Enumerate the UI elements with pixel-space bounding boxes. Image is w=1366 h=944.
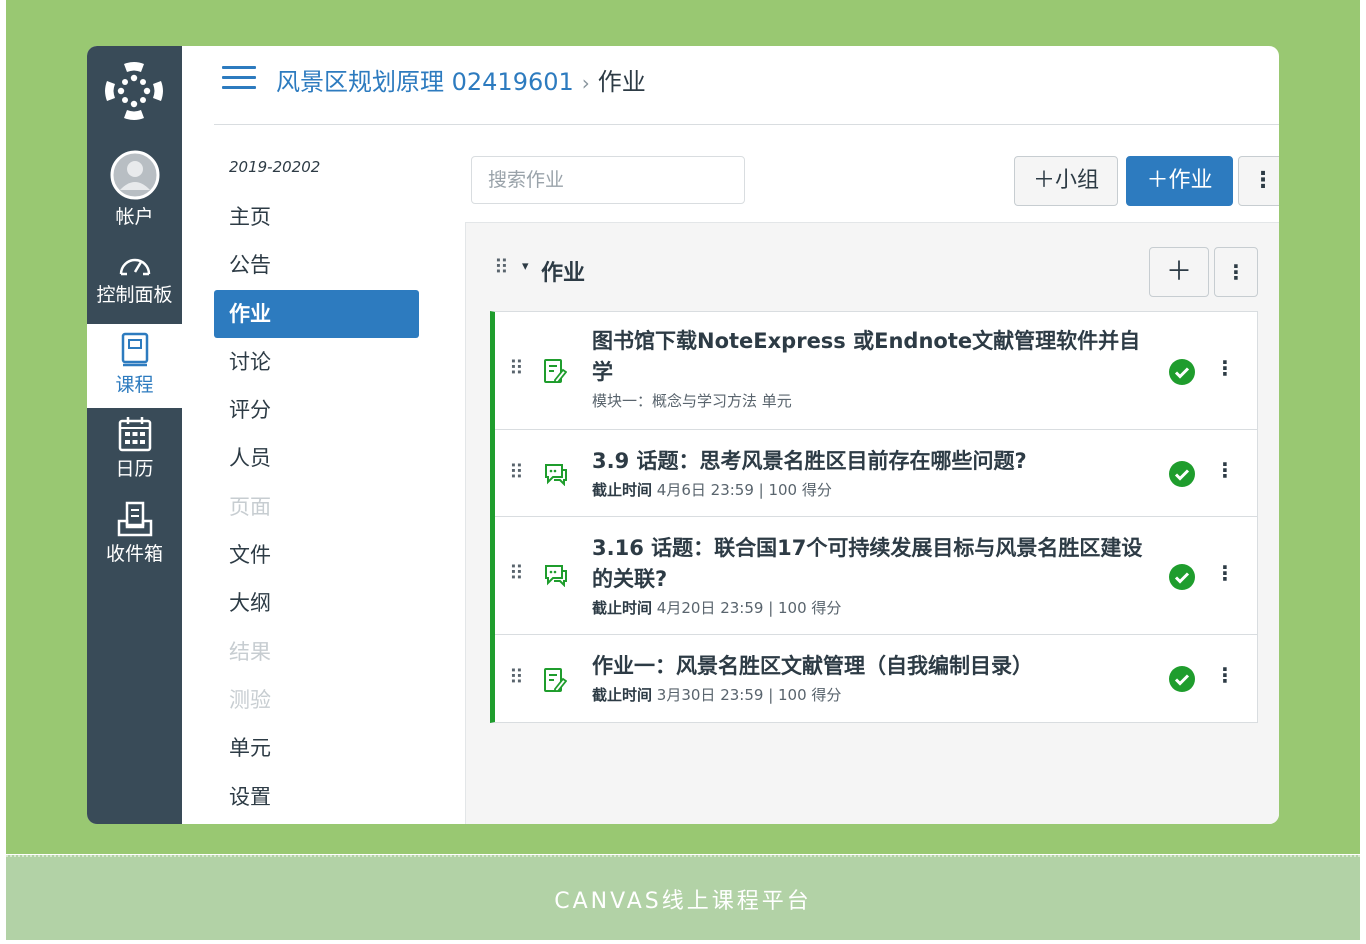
assignment-row[interactable]: ⠿ 3.16 话题：联合国17个可持续发展目标与风景名胜区建设的关联? 截止时间… [495, 517, 1257, 635]
breadcrumb: 风景区规划原理 02419601 › 作业 [276, 62, 646, 97]
collapse-caret-icon[interactable]: ▾ [522, 259, 529, 274]
term-label: 2019-20202 [229, 158, 321, 176]
course-nav: 2019-20202 主页 公告 作业 讨论 评分 人员 页面 文件 大纲 结果… [214, 124, 464, 824]
gnav-dashboard[interactable]: 控制面板 [87, 250, 182, 307]
assignment-row[interactable]: ⠿ 图书馆下载NoteExpress 或Endnote文献管理软件并自学 模块一… [495, 312, 1257, 430]
drag-handle-icon[interactable]: ⠿ [509, 561, 524, 585]
published-check-icon[interactable] [1169, 666, 1195, 692]
course-nav-item-assignments[interactable]: 作业 [214, 290, 419, 338]
course-nav-item-people[interactable]: 人员 [214, 435, 419, 481]
course-nav-item-files[interactable]: 文件 [214, 532, 419, 578]
assignment-group-title: 作业 [541, 261, 586, 286]
due-label: 截止时间 [592, 686, 653, 704]
assignment-icon [544, 359, 567, 383]
gnav-label: 控制面板 [96, 284, 173, 306]
assignment-title-link[interactable]: 3.16 话题：联合国17个可持续发展目标与风景名胜区建设的关联? [592, 533, 1147, 595]
courses-book-icon [121, 332, 148, 367]
canvas-window: 帐户 控制面板 课程 日历 收件箱 风景区规划原理 02419601 › 作业 … [87, 46, 1279, 824]
search-assignments-input[interactable] [471, 156, 745, 204]
course-nav-item-pages: 页面 [229, 495, 271, 519]
course-nav-item-settings[interactable]: 设置 [214, 774, 419, 820]
calendar-icon [118, 417, 151, 452]
caption-bar: CANVAS线上课程平台 [6, 855, 1360, 940]
caption-text: CANVAS线上课程平台 [554, 888, 812, 914]
item-options-kebab-icon[interactable]: ⋮ [1215, 458, 1235, 482]
assignment-row[interactable]: ⠿ 作业一：风景名胜区文献管理（自我编制目录） 截止时间 3月30日 23:59… [495, 635, 1257, 722]
assignment-text: 作业一：风景名胜区文献管理（自我编制目录） 截止时间 3月30日 23:59 |… [592, 651, 1147, 705]
published-check-icon[interactable] [1169, 461, 1195, 487]
page-header: 风景区规划原理 02419601 › 作业 [214, 46, 1279, 125]
assignment-icon [544, 668, 567, 692]
account-avatar-icon [110, 150, 159, 200]
assignment-title-link[interactable]: 3.9 话题：思考风景名胜区目前存在哪些问题? [592, 446, 1147, 477]
published-check-icon[interactable] [1169, 564, 1195, 590]
assignment-title-link[interactable]: 作业一：风景名胜区文献管理（自我编制目录） [592, 651, 1147, 682]
drag-handle-icon[interactable]: ⠿ [509, 665, 524, 689]
course-nav-item-announcements[interactable]: 公告 [214, 242, 419, 288]
breadcrumb-course-link[interactable]: 风景区规划原理 02419601 [276, 68, 574, 96]
due-label: 截止时间 [592, 599, 653, 617]
course-nav-item-grades[interactable]: 评分 [214, 387, 419, 433]
course-nav-item-syllabus[interactable]: 大纲 [214, 580, 419, 626]
item-options-kebab-icon[interactable]: ⋮ [1215, 663, 1235, 687]
gnav-label: 课程 [115, 374, 154, 396]
dashboard-gauge-icon [119, 258, 150, 276]
item-options-kebab-icon[interactable]: ⋮ [1215, 561, 1235, 585]
gnav-account[interactable]: 帐户 [87, 150, 182, 229]
assignment-group-panel: ⠿ ▾ 作业 ＋ ⋮ ⠿ 图书馆下载NoteExpress 或Endnote文献… [465, 222, 1279, 824]
assignment-title-link[interactable]: 图书馆下载NoteExpress 或Endnote文献管理软件并自学 [592, 326, 1147, 388]
course-nav-item-modules[interactable]: 单元 [214, 725, 419, 771]
assignment-module: 模块一：概念与学习方法 单元 [592, 392, 792, 410]
assignment-due-meta: 截止时间 4月6日 23:59 | 100 得分 [592, 479, 1147, 500]
gnav-label: 收件箱 [105, 543, 163, 565]
item-options-kebab-icon[interactable]: ⋮ [1215, 356, 1235, 380]
assignment-text: 3.16 话题：联合国17个可持续发展目标与风景名胜区建设的关联? 截止时间 4… [592, 533, 1147, 618]
gnav-label: 日历 [115, 458, 154, 480]
published-check-icon[interactable] [1169, 359, 1195, 385]
course-nav-item-discussions[interactable]: 讨论 [214, 339, 419, 385]
assignment-row[interactable]: ⠿ 3.9 话题：思考风景名胜区目前存在哪些问题? 截止时间 4月6日 23:5… [495, 430, 1257, 517]
discussion-icon [545, 464, 567, 486]
due-label: 截止时间 [592, 481, 653, 499]
assignments-toolbar: ＋小组 ＋作业 ⋮ [471, 156, 1279, 208]
canvas-logo-icon[interactable] [99, 56, 169, 126]
assignment-list: ⠿ 图书馆下载NoteExpress 或Endnote文献管理软件并自学 模块一… [490, 311, 1258, 723]
assignment-text: 图书馆下载NoteExpress 或Endnote文献管理软件并自学 模块一：概… [592, 326, 1147, 411]
hamburger-menu-icon[interactable] [222, 66, 256, 90]
add-group-button[interactable]: ＋小组 [1014, 156, 1118, 206]
breadcrumb-separator-icon: › [581, 71, 590, 95]
course-nav-item-outcomes: 结果 [229, 640, 271, 664]
assignment-due-meta: 截止时间 4月20日 23:59 | 100 得分 [592, 597, 1147, 618]
add-to-group-button[interactable]: ＋ [1149, 247, 1209, 297]
breadcrumb-current: 作业 [597, 68, 646, 96]
gnav-courses[interactable]: 课程 [87, 324, 182, 408]
inbox-icon [117, 501, 152, 537]
drag-handle-icon[interactable]: ⠿ [509, 356, 524, 380]
global-nav: 帐户 控制面板 课程 日历 收件箱 [87, 46, 182, 824]
discussion-icon [545, 565, 567, 587]
due-value: 3月30日 23:59 | 100 得分 [656, 686, 842, 704]
course-nav-item-quizzes: 测验 [229, 688, 271, 712]
assignment-due-meta: 截止时间 3月30日 23:59 | 100 得分 [592, 684, 1147, 705]
more-options-kebab-icon[interactable]: ⋮ [1238, 156, 1279, 206]
course-nav-item-home[interactable]: 主页 [214, 194, 419, 240]
group-options-kebab-icon[interactable]: ⋮ [1214, 247, 1258, 297]
due-value: 4月6日 23:59 | 100 得分 [656, 481, 832, 499]
due-value: 4月20日 23:59 | 100 得分 [656, 599, 842, 617]
gnav-calendar[interactable]: 日历 [87, 416, 182, 481]
gnav-inbox[interactable]: 收件箱 [87, 501, 182, 566]
drag-handle-icon[interactable]: ⠿ [494, 255, 509, 279]
gnav-label: 帐户 [115, 206, 154, 228]
assignment-text: 3.9 话题：思考风景名胜区目前存在哪些问题? 截止时间 4月6日 23:59 … [592, 446, 1147, 500]
add-assignment-button[interactable]: ＋作业 [1126, 156, 1233, 206]
drag-handle-icon[interactable]: ⠿ [509, 460, 524, 484]
assignment-group-header[interactable]: ⠿ ▾ 作业 ＋ ⋮ [466, 223, 1279, 311]
